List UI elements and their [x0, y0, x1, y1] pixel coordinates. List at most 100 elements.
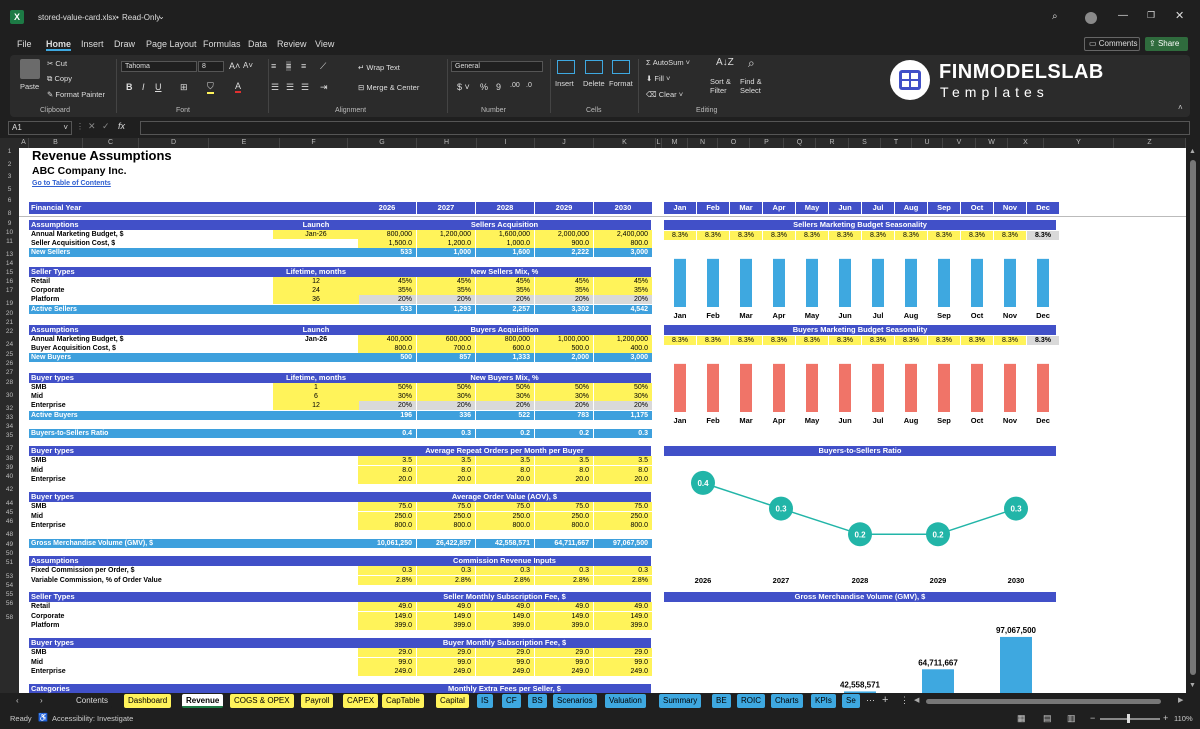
value-cell[interactable]: 20.0 [594, 475, 652, 484]
column-header[interactable]: V [943, 138, 976, 148]
vertical-scrollbar[interactable]: ▲ ▼ [1186, 148, 1200, 693]
underline-icon[interactable]: U [155, 82, 162, 92]
value-cell[interactable]: 20.0 [476, 475, 534, 484]
row-header[interactable]: 34 [0, 423, 19, 430]
accessibility-status[interactable]: Accessibility: Investigate [52, 714, 133, 723]
row-header[interactable]: 8 [0, 210, 19, 217]
menu-view[interactable]: View [315, 39, 334, 49]
value-cell[interactable]: 0.3 [476, 566, 534, 575]
scroll-down-icon[interactable]: ▼ [1189, 682, 1196, 689]
value-cell[interactable]: 0.3 [535, 566, 593, 575]
more-tabs-icon[interactable]: ⋯ [866, 695, 875, 706]
value-cell[interactable]: 399.0 [417, 621, 475, 630]
row-header[interactable]: 51 [0, 559, 19, 566]
column-header[interactable]: Z [1114, 138, 1186, 148]
seasonality-cell[interactable]: 8.3% [961, 336, 993, 345]
value-cell[interactable]: 20% [535, 401, 593, 410]
tab-capital[interactable]: Capital [436, 694, 469, 708]
value-cell[interactable]: 99.0 [535, 657, 593, 667]
value-cell[interactable]: 50% [535, 383, 593, 392]
close-icon[interactable]: ✕ [1175, 9, 1184, 22]
zoom-slider[interactable] [1100, 718, 1160, 720]
column-header[interactable]: R [816, 138, 849, 148]
row-header[interactable]: 11 [0, 238, 19, 245]
seasonality-cell[interactable]: 8.3% [763, 336, 795, 345]
column-header[interactable]: F [280, 138, 348, 148]
value-cell[interactable]: 0.3 [417, 566, 475, 575]
value-cell[interactable]: 800.0 [594, 239, 652, 248]
minimize-icon[interactable]: — [1118, 10, 1128, 21]
hscroll-right-icon[interactable]: ▶ [1178, 696, 1183, 704]
value-cell[interactable]: 399.0 [358, 621, 416, 630]
tab-cf[interactable]: CF [502, 694, 521, 708]
lifetime-cell[interactable]: 6 [273, 392, 359, 401]
value-cell[interactable]: 800.0 [358, 344, 416, 353]
cancel-icon[interactable]: ✕ [88, 121, 96, 132]
seasonality-cell[interactable]: 8.3% [895, 231, 927, 240]
column-header[interactable]: K [594, 138, 656, 148]
seasonality-cell[interactable]: 8.3% [730, 336, 762, 345]
copy-button[interactable]: ⧉ Copy [47, 74, 72, 84]
column-header[interactable]: N [688, 138, 718, 148]
decrease-decimal-icon[interactable]: .0 [526, 82, 532, 89]
value-cell[interactable]: 1,200,000 [417, 230, 475, 239]
column-header[interactable]: H [417, 138, 477, 148]
indent-icon[interactable]: ⇥ [320, 82, 328, 93]
insert-cells-button[interactable]: Insert [555, 79, 574, 88]
value-cell[interactable]: 8.0 [358, 465, 416, 475]
tab-divider-icon[interactable]: ⋮ [900, 695, 909, 706]
seasonality-cell[interactable]: 8.3% [1027, 336, 1059, 345]
cell-grid[interactable]: Revenue Assumptions ABC Company Inc. Go … [19, 148, 1186, 693]
row-header[interactable]: 46 [0, 518, 19, 525]
wrap-text-button[interactable]: ↵ Wrap Text [358, 63, 400, 72]
zoom-slider-thumb[interactable] [1127, 714, 1130, 723]
value-cell[interactable]: 1,200.0 [417, 239, 475, 248]
value-cell[interactable]: 3.5 [358, 456, 416, 465]
tab-bs[interactable]: BS [528, 694, 547, 708]
seasonality-cell[interactable]: 8.3% [829, 231, 861, 240]
delete-cells-button[interactable]: Delete [583, 79, 605, 88]
search-icon[interactable]: ⌕ [1052, 11, 1058, 22]
seasonality-cell[interactable]: 8.3% [697, 231, 729, 240]
column-header[interactable]: C [83, 138, 139, 148]
seasonality-cell[interactable]: 8.3% [664, 231, 696, 240]
tab-payroll[interactable]: Payroll [301, 694, 334, 708]
column-header[interactable]: X [1008, 138, 1044, 148]
value-cell[interactable]: 20% [358, 295, 416, 304]
column-header[interactable]: P [750, 138, 784, 148]
row-header[interactable]: 25 [0, 351, 19, 358]
value-cell[interactable]: 400,000 [358, 335, 416, 344]
merge-center-button[interactable]: ⊟ Merge & Center [358, 83, 419, 92]
row-header[interactable]: 56 [0, 600, 19, 607]
align-bottom-icon[interactable]: ≡ [301, 61, 306, 71]
column-header[interactable]: M [662, 138, 688, 148]
row-header[interactable]: 22 [0, 328, 19, 335]
value-cell[interactable]: 45% [535, 277, 593, 286]
value-cell[interactable]: 2.8% [358, 575, 416, 585]
value-cell[interactable]: 35% [535, 286, 593, 295]
align-top-icon[interactable]: ≡ [271, 61, 276, 71]
tab-scroll-left-icon[interactable]: ‹ [16, 696, 19, 705]
value-cell[interactable]: 45% [476, 277, 534, 286]
seasonality-cell[interactable]: 8.3% [862, 231, 894, 240]
value-cell[interactable]: 8.0 [476, 465, 534, 475]
value-cell[interactable]: 399.0 [594, 621, 652, 630]
value-cell[interactable]: 75.0 [417, 502, 475, 511]
value-cell[interactable]: 800.0 [358, 521, 416, 530]
value-cell[interactable]: 250.0 [358, 511, 416, 521]
normal-view-icon[interactable]: ▦ [1017, 713, 1026, 724]
menu-home[interactable]: Home [46, 39, 72, 51]
restore-icon[interactable]: ❐ [1147, 10, 1155, 21]
value-cell[interactable]: 20.0 [358, 475, 416, 484]
find-select-icon[interactable]: ⌕ [748, 56, 755, 71]
seasonality-cell[interactable]: 8.3% [697, 336, 729, 345]
menu-draw[interactable]: Draw [114, 39, 135, 49]
value-cell[interactable]: 20% [358, 401, 416, 410]
value-cell[interactable]: 29.0 [476, 648, 534, 657]
table-of-contents-link[interactable]: Go to Table of Contents [32, 179, 111, 188]
value-cell[interactable]: 0.3 [594, 566, 652, 575]
lifetime-cell[interactable]: 36 [273, 295, 359, 304]
row-header[interactable]: 48 [0, 531, 19, 538]
tab-cogs-opex[interactable]: COGS & OPEX [230, 694, 294, 708]
value-cell[interactable]: 45% [594, 277, 652, 286]
